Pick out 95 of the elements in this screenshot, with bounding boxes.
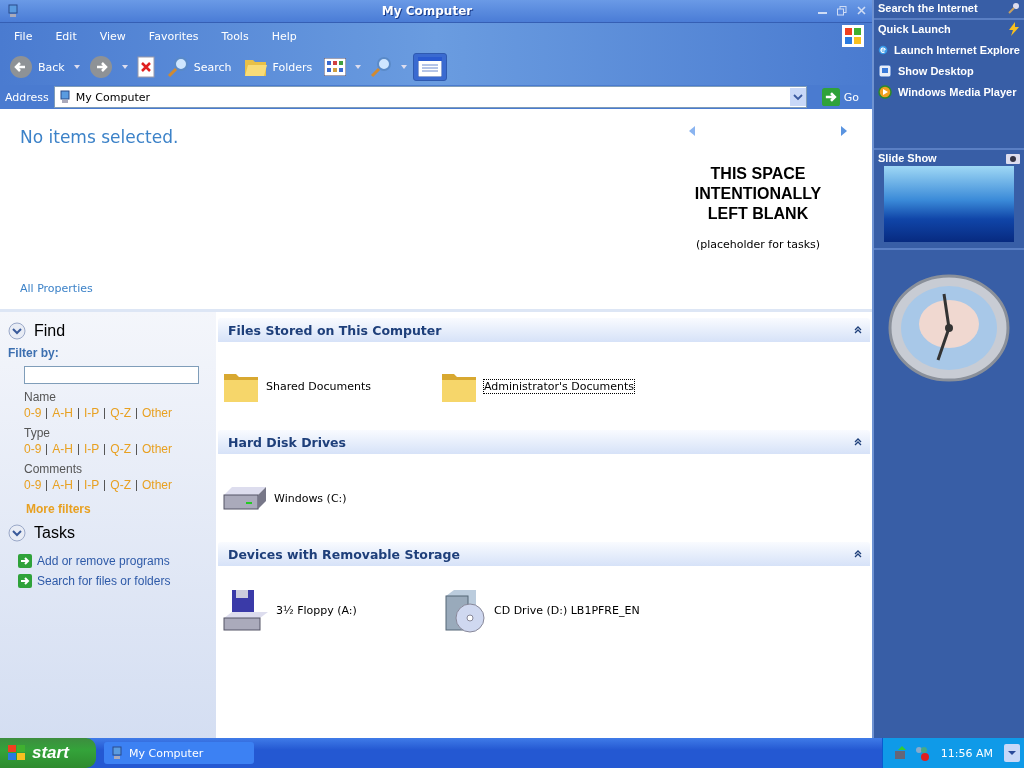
drive-item[interactable]: Windows (C:) (218, 485, 436, 511)
computer-icon (6, 4, 20, 18)
network-icon[interactable] (892, 745, 909, 761)
computer-icon (57, 90, 72, 104)
views-grid-icon (324, 58, 347, 76)
filter-option-link[interactable]: Q-Z (110, 442, 132, 456)
menu-item[interactable]: View (91, 29, 134, 43)
expand-chevron-icon[interactable] (8, 524, 26, 542)
magnifier-icon (166, 56, 189, 78)
search-heading: Search the Internet (878, 2, 978, 14)
folders-icon (243, 57, 268, 77)
desktop-icon (878, 64, 892, 78)
lightning-icon (1008, 22, 1020, 36)
task-link[interactable]: Add or remove programs (18, 554, 216, 568)
dropdown-caret-icon (121, 65, 128, 69)
list-window-icon (418, 57, 443, 77)
menu-item[interactable]: File (6, 29, 41, 43)
folders-button[interactable]: Folders (240, 54, 316, 80)
filter-option-link[interactable]: A-H (52, 442, 73, 456)
filter-category: Type (24, 426, 51, 440)
filter-option-link[interactable]: I-P (84, 478, 100, 492)
placeholder-note: (placeholder for tasks) (695, 238, 821, 251)
quick-launch-item[interactable]: Launch Internet Explore (878, 43, 1020, 57)
users-icon[interactable] (913, 745, 930, 761)
all-properties-link[interactable]: All Properties (20, 282, 638, 295)
hard-drive-icon (222, 485, 268, 511)
arrow-icon (18, 554, 32, 568)
drive-item[interactable]: Administrator's Documents (436, 368, 654, 404)
dropdown-caret-icon (401, 65, 408, 69)
collapse-chevron-icon[interactable] (854, 438, 862, 446)
filter-option-link[interactable]: Other (142, 406, 173, 420)
go-button[interactable]: Go (811, 88, 867, 106)
drive-item[interactable]: 3½ Floppy (A:) (218, 588, 436, 632)
more-filters-link[interactable]: More filters (26, 502, 216, 516)
e-logo-icon (878, 43, 889, 57)
menu-item[interactable]: Help (263, 29, 305, 43)
filter-category: Name (24, 390, 57, 404)
filter-input[interactable] (24, 366, 199, 384)
filter-option-link[interactable]: 0-9 (24, 406, 42, 420)
expand-chevron-icon[interactable] (8, 322, 26, 340)
preview-button[interactable] (413, 53, 448, 81)
group-header[interactable]: Files Stored on This Computer (218, 318, 870, 342)
window-title: My Computer (380, 4, 474, 18)
filter-option-link[interactable]: I-P (84, 442, 100, 456)
group-header[interactable]: Hard Disk Drives (218, 430, 870, 454)
back-button[interactable]: Back (6, 52, 68, 82)
collapse-chevron-icon[interactable] (854, 550, 862, 558)
filter-option-link[interactable]: 0-9 (24, 478, 42, 492)
filter-category: Comments (24, 462, 83, 476)
windows-flag-logo (8, 745, 26, 761)
task-link[interactable]: Search for files or folders (18, 574, 216, 588)
restore-icon[interactable] (837, 6, 847, 16)
filter-option-link[interactable]: A-H (52, 406, 73, 420)
slide-show-heading: Slide Show (878, 152, 937, 164)
dropdown-caret-icon (73, 65, 80, 69)
stop-page-icon (136, 56, 155, 78)
collapse-chevron-icon[interactable] (854, 326, 862, 334)
drive-item[interactable]: Shared Documents (218, 368, 436, 404)
address-label: Address (5, 90, 49, 104)
search-button[interactable]: Search (163, 53, 235, 81)
drive-item[interactable]: CD Drive (D:) LB1PFRE_EN (436, 586, 654, 634)
taskbar-button[interactable]: My Computer (104, 742, 254, 764)
computer-icon (110, 746, 124, 760)
menu-item[interactable]: Tools (213, 29, 257, 43)
filter-option-link[interactable]: Other (142, 442, 173, 456)
tasks-heading: Tasks (34, 524, 75, 542)
address-field[interactable]: My Computer (53, 86, 807, 108)
arrow-icon (18, 574, 32, 588)
filter-option-link[interactable]: I-P (84, 406, 100, 420)
filter-option-link[interactable]: Other (142, 478, 173, 492)
quick-launch-item[interactable]: Windows Media Player (878, 85, 1020, 99)
close-icon[interactable] (857, 6, 866, 15)
quick-launch-heading: Quick Launch (878, 23, 951, 35)
camera-icon[interactable] (1006, 152, 1020, 164)
group-header[interactable]: Devices with Removable Storage (218, 542, 870, 566)
start-button[interactable]: start (0, 738, 96, 768)
floppy-drive-icon (222, 588, 270, 632)
filter-label: Filter by: (8, 346, 60, 360)
dropdown-caret-icon (355, 65, 362, 69)
menu-item[interactable]: Edit (47, 29, 85, 43)
arrow-icon (821, 88, 840, 106)
blank-space-notice: THIS SPACE INTENTIONALLY LEFT BLANK (693, 164, 823, 224)
filter-option-link[interactable]: Q-Z (110, 406, 132, 420)
magnifier-icon (370, 56, 393, 78)
quick-launch-item[interactable]: Show Desktop (878, 64, 1020, 78)
clock-time: 11:56 AM (940, 746, 993, 760)
media-player-icon (878, 85, 892, 99)
find-heading: Find (34, 322, 66, 340)
filter-option-link[interactable]: A-H (52, 478, 73, 492)
filter-option-link[interactable]: Q-Z (110, 478, 132, 492)
filter-option-link[interactable]: 0-9 (24, 442, 42, 456)
windows-flag-logo (842, 25, 864, 47)
menu-item[interactable]: Favorites (140, 29, 207, 43)
selection-status: No items selected. (20, 127, 180, 147)
magnifier-icon[interactable] (1008, 2, 1020, 14)
